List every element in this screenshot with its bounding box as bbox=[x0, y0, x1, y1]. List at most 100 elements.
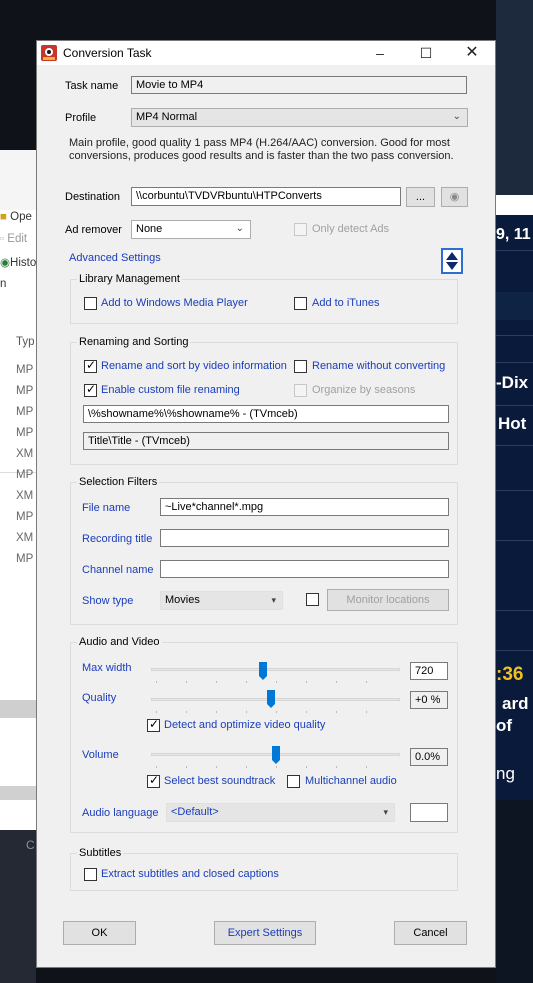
profile-label: Profile bbox=[65, 112, 97, 124]
profile-description-line1: Main profile, good quality 1 pass MP4 (H… bbox=[69, 137, 450, 149]
explorer-row[interactable]: MP bbox=[16, 469, 33, 481]
destination-field[interactable]: \\corbuntu\TVDVRbuntu\HTPConverts bbox=[131, 187, 401, 206]
explorer-col-type[interactable]: Typ bbox=[16, 336, 35, 348]
app-icon bbox=[41, 45, 57, 61]
explorer-row[interactable]: XM bbox=[16, 532, 33, 544]
best-soundtrack-checkbox[interactable]: ✓ bbox=[147, 773, 160, 788]
extract-subtitles-checkbox[interactable] bbox=[84, 868, 97, 881]
file-name-field[interactable]: ~Live*channel*.mpg bbox=[160, 498, 449, 516]
max-width-slider-track[interactable] bbox=[151, 668, 400, 671]
background-tv-guide: 9, 11 -Dix Hot :36 ard of ng bbox=[496, 0, 533, 983]
rename-without-converting-label: Rename without converting bbox=[312, 360, 446, 372]
explorer-selected-row bbox=[0, 700, 36, 718]
explorer-menu-edit: ▫ Edit bbox=[0, 233, 28, 245]
renaming-sorting-title: Renaming and Sorting bbox=[77, 336, 191, 348]
quality-slider-thumb[interactable] bbox=[267, 690, 275, 708]
network-folder-button[interactable]: ◉ bbox=[441, 187, 468, 207]
explorer-menu-history[interactable]: ◉Histo bbox=[0, 255, 36, 269]
show-type-dropdown[interactable]: Movies ▾ bbox=[160, 591, 283, 610]
arrow-down-icon bbox=[446, 262, 458, 270]
quality-slider-track[interactable] bbox=[151, 698, 400, 701]
detect-optimize-checkbox[interactable]: ✓ bbox=[147, 717, 160, 732]
selection-filters-title: Selection Filters bbox=[77, 476, 160, 488]
max-width-field[interactable]: 720 bbox=[410, 662, 448, 680]
audio-language-extra-field[interactable] bbox=[410, 803, 448, 822]
conversion-task-dialog: Conversion Task – ☐ ✕ Task name Movie to… bbox=[36, 40, 496, 968]
explorer-row[interactable]: MP bbox=[16, 364, 33, 376]
profile-description-line2: conversions, produces good results and i… bbox=[69, 150, 454, 162]
minimize-button[interactable]: – bbox=[357, 41, 403, 65]
rename-preview-field: Title\Title - (TVmceb) bbox=[83, 432, 449, 450]
max-width-slider-thumb[interactable] bbox=[259, 662, 267, 680]
explorer-row[interactable]: MP bbox=[16, 406, 33, 418]
window-title: Conversion Task bbox=[63, 46, 152, 60]
collapse-toggle-button[interactable] bbox=[441, 248, 463, 274]
guide-block bbox=[496, 292, 533, 320]
audio-language-dropdown[interactable]: <Default> ▾ bbox=[166, 803, 395, 822]
browse-button[interactable]: ... bbox=[406, 187, 435, 207]
explorer-row[interactable]: MP bbox=[16, 511, 33, 523]
guide-divider bbox=[496, 610, 533, 611]
guide-divider bbox=[496, 405, 533, 406]
explorer-row[interactable]: XM bbox=[16, 490, 33, 502]
title-bar[interactable]: Conversion Task – ☐ ✕ bbox=[37, 41, 495, 65]
max-width-slider-ticks bbox=[156, 681, 396, 683]
volume-slider-ticks bbox=[156, 766, 396, 768]
guide-divider bbox=[496, 335, 533, 336]
explorer-row[interactable]: XM bbox=[16, 448, 33, 460]
recording-title-field[interactable] bbox=[160, 529, 449, 547]
channel-name-field[interactable] bbox=[160, 560, 449, 578]
explorer-row[interactable]: MP bbox=[16, 427, 33, 439]
ad-remover-dropdown[interactable]: None ⌄ bbox=[131, 220, 251, 239]
rename-without-converting-checkbox[interactable] bbox=[294, 360, 307, 373]
quality-slider-ticks bbox=[156, 711, 396, 713]
audio-language-value: <Default> bbox=[171, 806, 219, 818]
profile-dropdown[interactable]: MP4 Normal ⌄ bbox=[131, 108, 468, 127]
organize-seasons-checkbox[interactable] bbox=[294, 384, 307, 397]
best-soundtrack-label: Select best soundtrack bbox=[164, 775, 276, 787]
add-to-itunes-checkbox[interactable] bbox=[294, 297, 307, 310]
custom-renaming-checkbox[interactable]: ✓ bbox=[84, 382, 97, 397]
max-width-label: Max width bbox=[82, 662, 132, 674]
quality-field[interactable]: +0 % bbox=[410, 691, 448, 709]
guide-time: :36 bbox=[496, 664, 524, 685]
extract-subtitles-label: Extract subtitles and closed captions bbox=[101, 868, 279, 880]
volume-slider-thumb[interactable] bbox=[272, 746, 280, 764]
add-to-itunes-label: Add to iTunes bbox=[312, 297, 380, 309]
rename-sort-checkbox[interactable]: ✓ bbox=[84, 358, 97, 373]
only-detect-ads-label: Only detect Ads bbox=[312, 223, 390, 235]
guide-divider bbox=[496, 540, 533, 541]
only-detect-ads-checkbox[interactable] bbox=[294, 223, 307, 236]
rename-sort-label: Rename and sort by video information bbox=[101, 360, 287, 372]
explorer-row[interactable]: MP bbox=[16, 385, 33, 397]
maximize-button[interactable]: ☐ bbox=[403, 41, 449, 65]
add-to-wmp-checkbox[interactable] bbox=[84, 297, 97, 310]
recording-title-label: Recording title bbox=[82, 533, 153, 545]
monitor-locations-checkbox[interactable] bbox=[306, 593, 319, 606]
ok-button[interactable]: OK bbox=[63, 921, 136, 945]
explorer-row[interactable]: MP bbox=[16, 553, 33, 565]
rename-pattern-field[interactable]: \%showname%\%showname% - (TVmceb) bbox=[83, 405, 449, 423]
chevron-down-icon: ⌄ bbox=[235, 223, 244, 234]
organize-seasons-label: Organize by seasons bbox=[312, 384, 416, 396]
monitor-locations-button[interactable]: Monitor locations bbox=[327, 589, 449, 611]
guide-divider bbox=[496, 250, 533, 251]
cancel-button[interactable]: Cancel bbox=[394, 921, 467, 945]
guide-divider bbox=[496, 650, 533, 651]
explorer-menu-open[interactable]: ■ Ope bbox=[0, 211, 32, 223]
quality-label: Quality bbox=[82, 692, 117, 704]
volume-label: Volume bbox=[82, 749, 119, 761]
close-button[interactable]: ✕ bbox=[449, 41, 495, 65]
advanced-settings-link[interactable]: Advanced Settings bbox=[69, 252, 161, 264]
show-type-value: Movies bbox=[165, 594, 200, 606]
task-name-label: Task name bbox=[65, 80, 119, 92]
explorer-scrollbar bbox=[0, 786, 36, 800]
guide-divider bbox=[496, 490, 533, 491]
taskbar-letter: C bbox=[26, 838, 35, 852]
subtitles-title: Subtitles bbox=[77, 847, 124, 859]
task-name-field[interactable]: Movie to MP4 bbox=[131, 76, 467, 94]
expert-settings-button[interactable]: Expert Settings bbox=[214, 921, 316, 945]
multichannel-checkbox[interactable] bbox=[287, 775, 300, 788]
guide-text: 9, 11 bbox=[496, 226, 531, 243]
volume-field[interactable]: 0.0% bbox=[410, 748, 448, 766]
